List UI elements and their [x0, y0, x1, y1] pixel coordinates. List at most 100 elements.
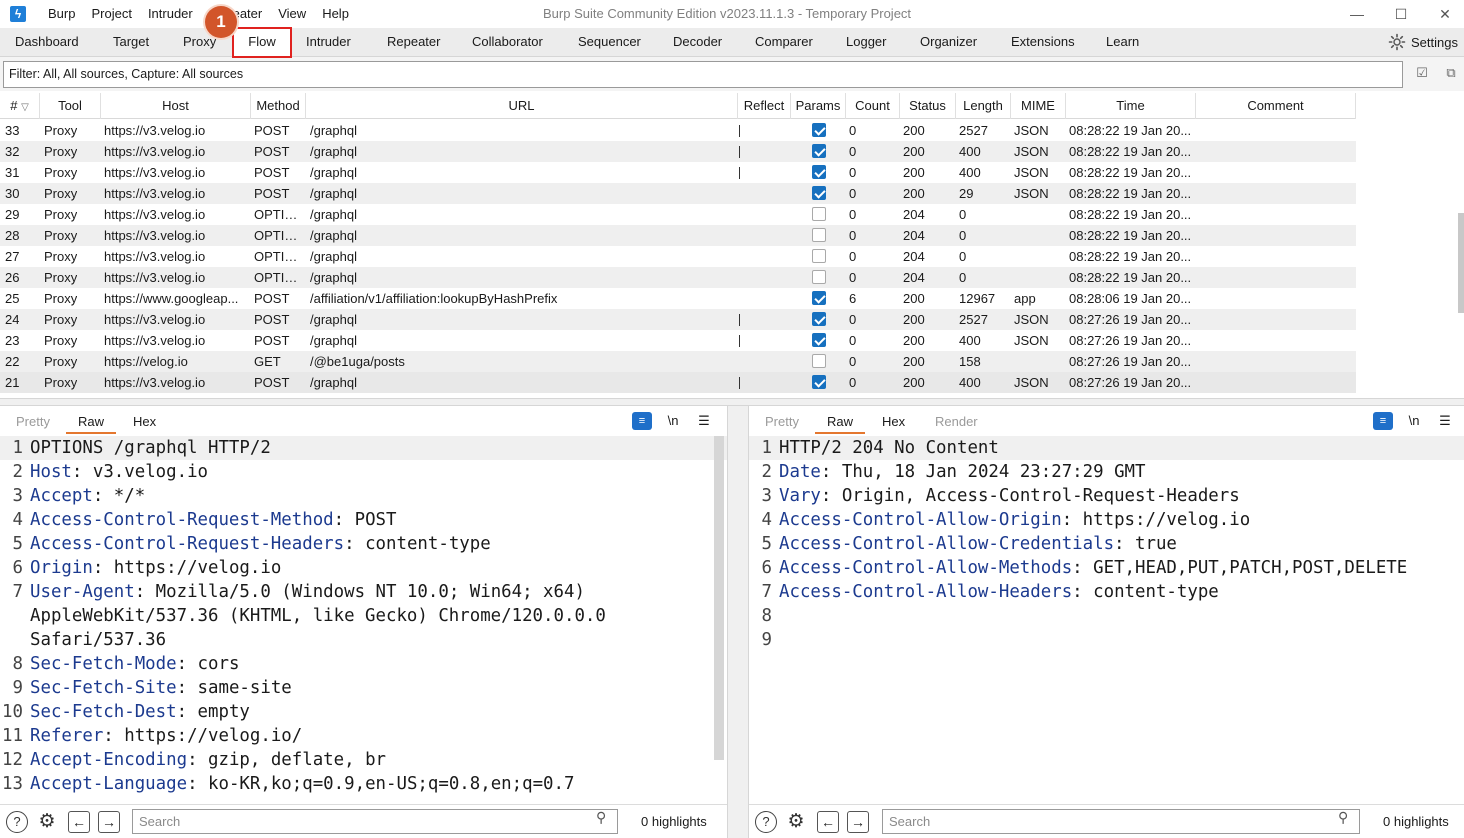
table-row[interactable]: 26 Proxy https://v3.velog.io OPTIO... /graph… — [0, 267, 1356, 288]
response-editor[interactable]: 1 HTTP/2 204 No Content 2 Date: Thu, 18 Jan… — [749, 436, 1464, 798]
params-checkbox[interactable] — [812, 228, 826, 242]
wrap-icon[interactable]: ≡ — [632, 412, 652, 430]
table-scrollbar[interactable] — [1458, 213, 1464, 313]
forward-arrow-button[interactable]: → — [847, 811, 869, 833]
cell-count: 0 — [849, 207, 857, 222]
table-row[interactable]: 29 Proxy https://v3.velog.io OPTIO... /graph… — [0, 204, 1356, 225]
request-editor[interactable]: 1 OPTIONS /graphql HTTP/2 2 Host: v3.velog.… — [0, 436, 727, 798]
table-row[interactable]: 27 Proxy https://v3.velog.io OPTIO... /graph… — [0, 246, 1356, 267]
menu-view[interactable]: View — [270, 0, 314, 28]
help-icon[interactable]: ? — [6, 811, 28, 833]
tab-repeater[interactable]: Repeater — [387, 28, 440, 56]
params-checkbox[interactable] — [812, 207, 826, 221]
request-tab-hex[interactable]: Hex — [133, 412, 156, 434]
menu-project[interactable]: Project — [83, 0, 139, 28]
cell-mime: JSON — [1014, 333, 1049, 348]
tab-intruder[interactable]: Intruder — [306, 28, 351, 56]
params-checkbox[interactable] — [812, 123, 826, 137]
table-row[interactable]: 22 Proxy https://velog.io GET /@be1uga/posts… — [0, 351, 1356, 372]
tab-learn[interactable]: Learn — [1106, 28, 1139, 56]
maximize-button[interactable]: ☐ — [1378, 0, 1424, 28]
params-checkbox[interactable] — [812, 249, 826, 263]
response-tab-hex[interactable]: Hex — [882, 412, 905, 434]
params-checkbox[interactable] — [812, 333, 826, 347]
line-number: 5 — [761, 534, 772, 554]
col-method[interactable]: Method — [251, 93, 306, 119]
newline-toggle[interactable]: \n — [663, 412, 683, 430]
cell-url: /graphql — [310, 186, 357, 201]
col-tool[interactable]: Tool — [40, 93, 101, 119]
response-tab-raw[interactable]: Raw — [815, 412, 866, 434]
tab-decoder[interactable]: Decoder — [673, 28, 722, 56]
menu-icon[interactable]: ☰ — [1435, 412, 1455, 430]
table-row[interactable]: 24 Proxy https://v3.velog.io POST/graphql 0 2… — [0, 309, 1356, 330]
gear-icon[interactable]: ⚙ — [785, 811, 807, 833]
params-checkbox[interactable] — [812, 186, 826, 200]
wrap-icon[interactable]: ≡ — [1373, 412, 1393, 430]
params-checkbox[interactable] — [812, 375, 826, 389]
col-time[interactable]: Time — [1066, 93, 1196, 119]
table-row[interactable]: 32 Proxy https://v3.velog.io POST/graphql 0 2… — [0, 141, 1356, 162]
params-checkbox[interactable] — [812, 270, 826, 284]
back-arrow-button[interactable]: ← — [817, 811, 839, 833]
menu-burp[interactable]: Burp — [40, 0, 83, 28]
popout-icon[interactable]: ⧉ — [1443, 65, 1459, 81]
response-tab-pretty[interactable]: Pretty — [765, 412, 799, 434]
menu-icon[interactable]: ☰ — [694, 412, 714, 430]
settings-button[interactable]: Settings — [1388, 28, 1458, 56]
table-row[interactable]: 33 Proxy https://v3.velog.io POST/graphql 0 2… — [0, 120, 1356, 141]
minimize-button[interactable]: — — [1334, 0, 1380, 28]
table-row[interactable]: 25 Proxy https://www.googleap... POST/affil… — [0, 288, 1356, 309]
request-scrollbar[interactable] — [714, 436, 724, 760]
newline-toggle[interactable]: \n — [1404, 412, 1424, 430]
col-url[interactable]: URL — [306, 93, 738, 119]
col-number[interactable]: # ▽ — [0, 93, 40, 119]
col-mime[interactable]: MIME — [1011, 93, 1066, 119]
response-search-input[interactable]: Search — [882, 809, 1360, 834]
cell-status: 200 — [903, 144, 925, 159]
request-tab-pretty[interactable]: Pretty — [16, 412, 50, 434]
tab-organizer[interactable]: Organizer — [920, 28, 977, 56]
col-params[interactable]: Params — [791, 93, 846, 119]
tab-dashboard[interactable]: Dashboard — [15, 28, 79, 56]
horizontal-split-divider[interactable] — [0, 398, 1464, 406]
tab-extensions[interactable]: Extensions — [1011, 28, 1075, 56]
table-row[interactable]: 31 Proxy https://v3.velog.io POST/graphql 0 2… — [0, 162, 1356, 183]
col-comment[interactable]: Comment — [1196, 93, 1356, 119]
table-row[interactable]: 28 Proxy https://v3.velog.io OPTIO... /graph… — [0, 225, 1356, 246]
col-status[interactable]: Status — [900, 93, 956, 119]
checkbox-settings-icon[interactable]: ☑ — [1414, 65, 1430, 81]
response-tab-render[interactable]: Render — [935, 412, 978, 434]
header-value: true — [1135, 534, 1177, 554]
params-checkbox[interactable] — [812, 165, 826, 179]
request-tab-raw[interactable]: Raw — [66, 412, 117, 434]
tab-target[interactable]: Target — [113, 28, 149, 56]
tab-logger[interactable]: Logger — [846, 28, 886, 56]
gear-icon[interactable]: ⚙ — [36, 811, 58, 833]
request-search-input[interactable]: Search — [132, 809, 618, 834]
tab-comparer[interactable]: Comparer — [755, 28, 813, 56]
cell-length: 400 — [959, 165, 981, 180]
close-button[interactable]: ✕ — [1422, 0, 1464, 28]
params-checkbox[interactable] — [812, 354, 826, 368]
filter-input[interactable]: Filter: All, All sources, Capture: All s… — [3, 61, 1403, 88]
table-row[interactable]: 30 Proxy https://v3.velog.io POST/graphql 0 2… — [0, 183, 1356, 204]
vertical-split-divider[interactable] — [727, 406, 749, 838]
header-key: Accept — [30, 486, 93, 506]
help-icon[interactable]: ? — [755, 811, 777, 833]
forward-arrow-button[interactable]: → — [98, 811, 120, 833]
back-arrow-button[interactable]: ← — [68, 811, 90, 833]
menu-intruder[interactable]: Intruder — [140, 0, 201, 28]
params-checkbox[interactable] — [812, 312, 826, 326]
params-checkbox[interactable] — [812, 291, 826, 305]
tab-sequencer[interactable]: Sequencer — [578, 28, 641, 56]
menu-help[interactable]: Help — [314, 0, 357, 28]
col-length[interactable]: Length — [956, 93, 1011, 119]
col-count[interactable]: Count — [846, 93, 900, 119]
table-row[interactable]: 21 Proxy https://v3.velog.io POST/graphql 0 2… — [0, 372, 1356, 393]
tab-collaborator[interactable]: Collaborator — [472, 28, 543, 56]
col-reflect[interactable]: Reflect — [738, 93, 791, 119]
col-host[interactable]: Host — [101, 93, 251, 119]
params-checkbox[interactable] — [812, 144, 826, 158]
table-row[interactable]: 23 Proxy https://v3.velog.io POST/graphql 0 2… — [0, 330, 1356, 351]
